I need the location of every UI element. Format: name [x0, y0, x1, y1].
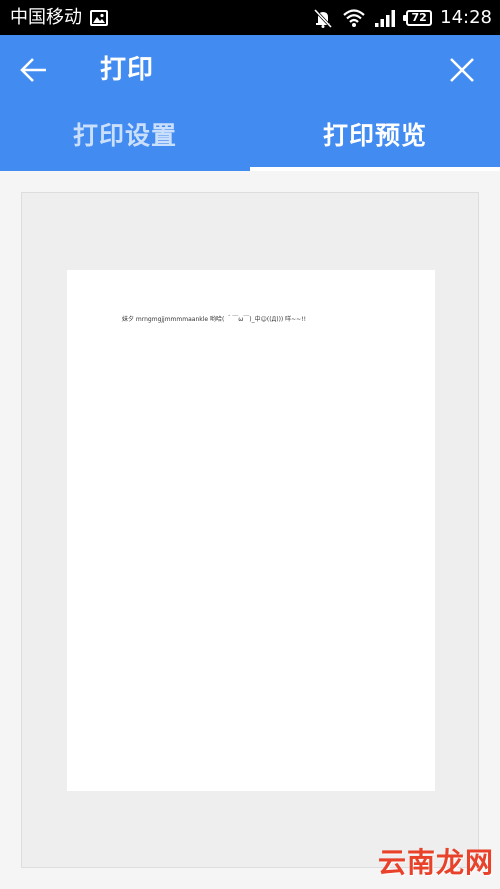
status-bar: 中国移动 72 14:28: [0, 0, 500, 35]
battery-icon: 72: [403, 9, 433, 26]
arrow-left-icon: [20, 58, 46, 82]
preview-page: 妹夕 mrngmgjjmmmmaankle 哟哈( ＾￣ω￣)_中☺((Д)))…: [67, 270, 435, 791]
page-title: 打印: [100, 55, 155, 85]
status-right: 72 14:28: [312, 0, 492, 35]
preview-area[interactable]: 妹夕 mrngmgjjmmmmaankle 哟哈( ＾￣ω￣)_中☺((Д)))…: [21, 192, 479, 868]
tab-print-preview[interactable]: 打印预览: [250, 105, 500, 171]
clock: 14:28: [440, 7, 492, 28]
tab-print-settings[interactable]: 打印设置: [0, 105, 250, 171]
watermark: 云南龙网: [377, 846, 494, 879]
tab-bar: 打印设置 打印预览: [0, 105, 500, 171]
close-button[interactable]: [444, 52, 480, 88]
mute-icon: [314, 8, 333, 28]
preview-page-text: 妹夕 mrngmgjjmmmmaankle 哟哈( ＾￣ω￣)_中☺((Д)))…: [122, 316, 307, 323]
wifi-icon: [343, 8, 365, 27]
back-button[interactable]: [14, 52, 54, 88]
signal-icon: [375, 9, 396, 27]
close-icon: [450, 58, 474, 82]
status-left: 中国移动: [10, 0, 108, 35]
carrier-name: 中国移动: [10, 7, 82, 28]
gallery-icon: [90, 9, 108, 26]
app-bar: 打印: [0, 35, 500, 105]
